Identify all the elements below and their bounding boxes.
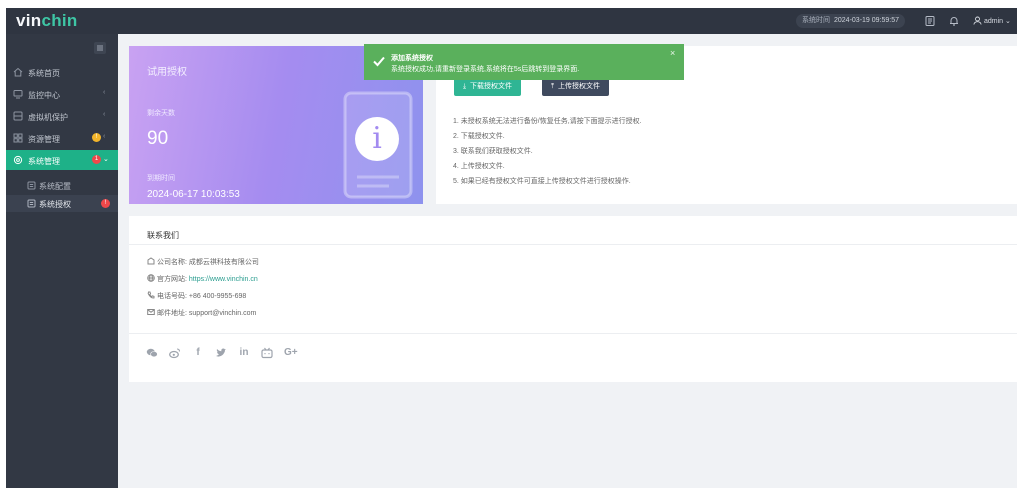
phone-row: 电话号码: +86 400-9955-698 [147, 291, 246, 301]
divider [129, 244, 1017, 245]
trial-title: 试用授权 [147, 67, 187, 78]
building-icon [147, 257, 155, 265]
sidebar-subitem-label: 系统配置 [39, 182, 71, 191]
phone-label: 电话号码: [157, 293, 187, 300]
instruction-step: 3. 联系我们获取授权文件. [453, 148, 533, 155]
user-icon [973, 16, 982, 25]
warning-badge: ! [92, 133, 101, 142]
wechat-icon[interactable] [146, 347, 158, 359]
upload-license-label: 上传授权文件 [558, 83, 600, 90]
bilibili-icon[interactable] [261, 347, 273, 359]
logo-suffix: chin [41, 11, 78, 30]
twitter-icon[interactable] [215, 347, 227, 359]
divider [129, 333, 1017, 334]
home-icon [13, 67, 23, 77]
company-row: 公司名称: 成都云祺科技有限公司 [147, 257, 259, 267]
sidebar-item-label: 资源管理 [28, 135, 60, 144]
server-icon [13, 111, 23, 121]
sidebar-subitem-system-config[interactable]: 系统配置 [6, 177, 118, 194]
weibo-icon[interactable] [169, 347, 181, 359]
website-label: 官方网站: [157, 276, 187, 283]
download-license-button[interactable]: ⤓ 下载授权文件 [454, 78, 521, 96]
bell-icon[interactable] [948, 15, 960, 27]
app-window: vinchin 系统时间 2024-03-19 09:59:57 admin ⌄ … [6, 8, 1017, 488]
download-license-label: 下载授权文件 [470, 83, 512, 90]
close-icon[interactable]: × [670, 48, 675, 58]
sidebar-item-label: 系统首页 [28, 69, 60, 78]
instruction-step: 4. 上传授权文件. [453, 163, 505, 170]
sidebar: 系统首页 监控中心 ‹ 虚拟机保护 ‹ 资源管理 ! ‹ 系统管理 1 ⌄ 系统… [6, 34, 118, 488]
document-icon[interactable] [924, 15, 936, 27]
phone-value: +86 400-9955-698 [188, 293, 247, 300]
website-row: 官方网站: https://www.vinchin.cn [147, 274, 258, 284]
facebook-icon[interactable]: f [192, 347, 204, 359]
globe-icon [147, 274, 155, 282]
email-label: 邮件地址: [157, 310, 187, 317]
monitor-icon [13, 89, 23, 99]
toast-title: 添加系统授权 [391, 55, 433, 62]
user-menu[interactable]: admin ⌄ [973, 16, 1011, 25]
top-bar: vinchin 系统时间 2024-03-19 09:59:57 admin ⌄ [6, 8, 1017, 34]
upload-license-button[interactable]: ⤒ 上传授权文件 [542, 78, 609, 96]
phone-icon [147, 291, 155, 299]
google-plus-glyph: G+ [284, 347, 298, 358]
system-time: 系统时间 2024-03-19 09:59:57 [796, 14, 905, 28]
gear-icon [13, 155, 23, 165]
linkedin-glyph: in [239, 347, 249, 358]
system-time-value: 2024-03-19 09:59:57 [834, 17, 899, 24]
mail-icon [147, 308, 155, 316]
expiry-label: 到期时间 [147, 175, 175, 182]
sidebar-item-vm-protection[interactable]: 虚拟机保护 ‹ [6, 106, 118, 126]
facebook-glyph: f [196, 347, 200, 358]
website-link[interactable]: https://www.vinchin.cn [189, 276, 258, 283]
config-icon [27, 181, 36, 190]
expiry-value: 2024-06-17 10:03:53 [147, 189, 240, 200]
user-name: admin [983, 18, 1004, 25]
chevron-left-icon: ‹ [103, 111, 106, 118]
toast-message: 系统授权成功,请重新登录系统,系统将在5s后跳转到登录界面. [391, 66, 580, 73]
linkedin-icon[interactable]: in [238, 347, 250, 359]
vinchin-logo[interactable]: vinchin [16, 11, 78, 31]
sidebar-item-home[interactable]: 系统首页 [6, 62, 118, 82]
chevron-down-icon: ⌄ [103, 156, 109, 163]
sidebar-item-label: 虚拟机保护 [28, 113, 68, 122]
grid-icon [13, 133, 23, 143]
contact-title: 联系我们 [147, 231, 179, 240]
count-badge: 1 [92, 155, 101, 164]
chevron-left-icon: ‹ [103, 133, 106, 140]
upload-icon: ⤒ [551, 83, 555, 90]
company-value: 成都云祺科技有限公司 [188, 259, 259, 266]
remaining-days-label: 剩余天数 [147, 110, 175, 117]
logo-prefix: vin [16, 11, 42, 30]
info-icon: i [355, 117, 399, 161]
sidebar-item-label: 监控中心 [28, 91, 60, 100]
sidebar-item-resources[interactable]: 资源管理 ! ‹ [6, 128, 118, 148]
success-toast: 添加系统授权 系统授权成功,请重新登录系统,系统将在5s后跳转到登录界面. × [364, 44, 684, 80]
sidebar-item-system-management[interactable]: 系统管理 1 ⌄ [6, 150, 118, 170]
company-label: 公司名称: [157, 259, 187, 266]
instruction-step: 1. 未授权系统无法进行备份/恢复任务,请按下面提示进行授权. [453, 118, 642, 125]
warning-badge: ! [101, 199, 110, 208]
main-content: 试用授权 剩余天数 90 到期时间 2024-06-17 10:03:53 i … [118, 34, 1017, 488]
system-time-label: 系统时间 [802, 17, 830, 24]
menu-collapse-icon[interactable] [94, 42, 106, 54]
google-plus-icon[interactable]: G+ [284, 347, 298, 359]
license-icon [27, 199, 36, 208]
sidebar-subitem-system-license[interactable]: 系统授权 ! [6, 195, 118, 212]
sidebar-subitem-label: 系统授权 [39, 200, 71, 209]
contact-us-card: 联系我们 公司名称: 成都云祺科技有限公司 官方网站: https://www.… [129, 216, 1017, 382]
email-row: 邮件地址: support@vinchin.com [147, 308, 256, 318]
sidebar-item-monitor[interactable]: 监控中心 ‹ [6, 84, 118, 104]
instruction-step: 5. 如果已经有授权文件可直接上传授权文件进行授权操作. [453, 178, 631, 185]
download-icon: ⤓ [463, 83, 467, 90]
remaining-days-value: 90 [147, 128, 169, 149]
email-value: support@vinchin.com [188, 310, 257, 317]
check-icon [372, 54, 386, 68]
sidebar-item-label: 系统管理 [28, 157, 60, 166]
chevron-down-icon: ⌄ [1004, 18, 1011, 25]
instruction-step: 2. 下载授权文件. [453, 133, 505, 140]
chevron-left-icon: ‹ [103, 89, 106, 96]
